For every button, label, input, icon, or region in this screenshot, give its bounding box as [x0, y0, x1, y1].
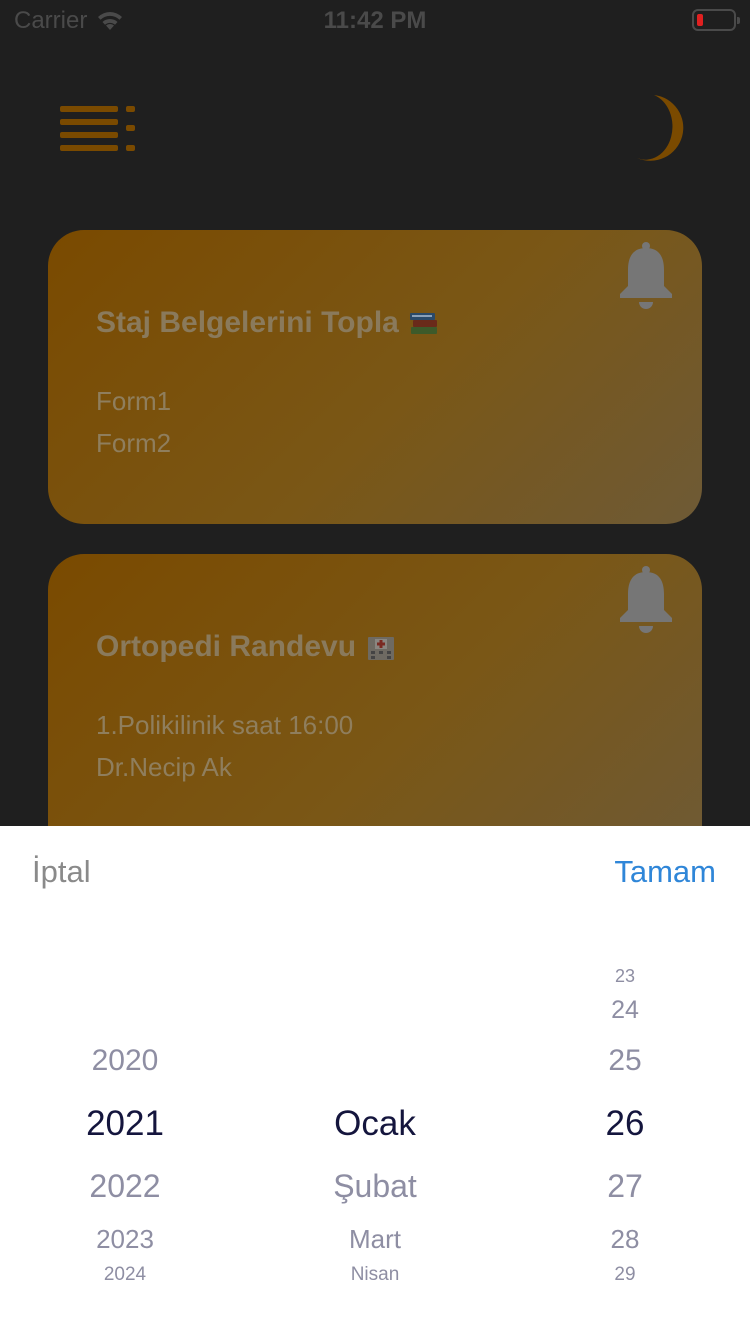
picker-option-selected[interactable]: 2021	[30, 1104, 220, 1144]
picker-option-selected[interactable]: 26	[560, 1104, 690, 1144]
picker-option[interactable]: 2023	[30, 1224, 220, 1255]
picker-option[interactable]: 2022	[30, 1168, 220, 1205]
battery-icon	[692, 9, 740, 31]
picker-option[interactable]: 2020	[30, 1044, 220, 1078]
month-wheel[interactable]: Ocak Şubat Mart Nisan	[270, 826, 480, 1334]
card-title-text: Staj Belgelerini Topla	[96, 306, 399, 339]
card-title-text: Ortopedi Randevu	[96, 630, 357, 663]
card-line: Dr.Necip Ak	[96, 752, 232, 782]
picker-option[interactable]: 28	[560, 1224, 690, 1255]
moon-icon[interactable]	[636, 94, 688, 162]
books-icon	[409, 313, 437, 334]
hospital-icon	[368, 637, 395, 660]
picker-option[interactable]: 27	[560, 1168, 690, 1205]
menu-icon[interactable]	[60, 106, 136, 152]
card-title: Staj Belgelerini Topla	[96, 306, 439, 340]
picker-option[interactable]: Nisan	[270, 1264, 480, 1286]
bell-icon[interactable]	[618, 566, 674, 634]
picker-option[interactable]: Mart	[270, 1224, 480, 1255]
picker-option[interactable]: 25	[560, 1044, 690, 1078]
card-line: Form1	[96, 386, 172, 416]
picker-option[interactable]: 23	[560, 966, 690, 987]
picker-option[interactable]: 29	[560, 1264, 690, 1286]
card-title: Ortopedi Randevu	[96, 630, 396, 664]
picker-option[interactable]: 24	[560, 996, 690, 1025]
reminder-card[interactable]: Staj Belgelerini Topla Form1 Form2	[48, 230, 702, 524]
clock: 11:42 PM	[323, 7, 427, 34]
card-line: Form2	[96, 428, 172, 458]
year-wheel[interactable]: 2020 2021 2022 2023 2024	[30, 826, 220, 1334]
day-wheel[interactable]: 23 24 25 26 27 28 29	[560, 826, 690, 1334]
picker-option[interactable]: 2024	[30, 1264, 220, 1286]
date-picker-sheet: İptal Tamam 2020 2021 2022 2023 2024 Oca…	[0, 826, 750, 1334]
picker-option-selected[interactable]: Ocak	[270, 1104, 480, 1144]
status-bar: Carrier 11:42 PM	[0, 0, 750, 40]
picker-option[interactable]: Şubat	[270, 1168, 480, 1205]
bell-icon[interactable]	[618, 242, 674, 310]
card-line: 1.Polikilinik saat 16:00	[96, 710, 354, 740]
